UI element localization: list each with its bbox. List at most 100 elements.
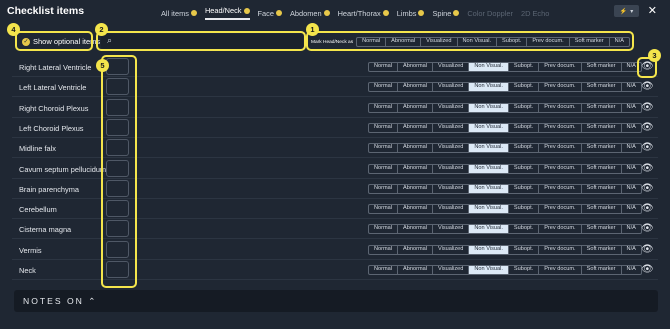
status-option-n-a[interactable]: N/A [622,83,641,91]
status-option-normal[interactable]: Normal [369,83,399,92]
status-option-visualized[interactable]: Visualized [433,184,470,193]
status-option-visualized[interactable]: Visualized [433,225,470,234]
status-option-subopt[interactable]: Subopt. [509,144,540,153]
status-option-prev-docum[interactable]: Prev docum. [539,225,582,234]
status-option-soft-marker[interactable]: Soft marker [582,184,622,193]
close-icon[interactable]: ✕ [648,4,657,17]
status-option-subopt[interactable]: Subopt. [509,63,540,71]
status-option-non-visual[interactable]: Non Visual. [469,103,509,112]
status-option-n-a[interactable]: N/A [622,225,641,233]
eye-icon[interactable]: 👁 [641,223,654,234]
status-option-visualized[interactable]: Visualized [433,144,470,153]
status-option-prev-docum[interactable]: Prev docum. [539,245,582,254]
status-option-n-a[interactable]: N/A [622,205,641,213]
status-option-soft-marker[interactable]: Soft marker [582,63,622,71]
status-option-n-a[interactable]: N/A [622,165,641,173]
tab-head-neck[interactable]: Head/Neck [204,6,250,20]
status-option-normal[interactable]: Normal [369,225,399,234]
status-option-soft-marker[interactable]: Soft marker [582,83,622,92]
status-option-visualized[interactable]: Visualized [433,164,470,173]
status-option-visualized[interactable]: Visualized [433,266,470,274]
status-option-non-visual[interactable]: Non Visual. [469,164,509,173]
status-option-prev-docum[interactable]: Prev docum. [539,63,582,71]
status-option-non-visual[interactable]: Non Visual. [469,245,509,254]
notes-toggle[interactable]: NOTES ON ⌃ [23,296,97,307]
tab-face[interactable]: Face [258,6,282,20]
status-option-non-visual[interactable]: Non Visual. [469,225,509,234]
status-option-non-visual[interactable]: Non Visual. [469,123,509,132]
status-option-normal[interactable]: Normal [369,266,399,274]
status-option-normal[interactable]: Normal [369,103,399,112]
status-option-normal[interactable]: Normal [369,63,399,71]
status-option-subopt[interactable]: Subopt. [509,184,540,193]
tab-all-items[interactable]: All items [161,6,197,20]
status-option-n-a[interactable]: N/A [622,246,641,254]
status-option-abnormal[interactable]: Abnormal [398,266,433,274]
status-option-abnormal[interactable]: Abnormal [398,123,433,132]
status-option-non-visual[interactable]: Non Visual. [469,83,509,92]
status-option-abnormal[interactable]: Abnormal [398,225,433,234]
status-option-subopt[interactable]: Subopt. [509,103,540,112]
status-option-prev-docum[interactable]: Prev docum. [539,103,582,112]
status-option-soft-marker[interactable]: Soft marker [582,205,622,214]
status-option-prev-docum[interactable]: Prev docum. [539,144,582,153]
status-option-abnormal[interactable]: Abnormal [398,144,433,153]
status-option-soft-marker[interactable]: Soft marker [582,245,622,254]
status-option-soft-marker[interactable]: Soft marker [582,225,622,234]
eye-icon[interactable]: 👁 [641,102,654,113]
status-option-subopt[interactable]: Subopt. [509,83,540,92]
tab-abdomen[interactable]: Abdomen [290,6,330,20]
status-option-abnormal[interactable]: Abnormal [398,83,433,92]
status-option-n-a[interactable]: N/A [622,144,641,152]
eye-icon[interactable]: 👁 [641,244,654,255]
status-option-subopt[interactable]: Subopt. [509,266,540,274]
status-option-n-a[interactable]: N/A [622,266,641,274]
status-option-abnormal[interactable]: Abnormal [398,205,433,214]
status-option-n-a[interactable]: N/A [622,185,641,193]
status-option-prev-docum[interactable]: Prev docum. [539,83,582,92]
status-option-non-visual[interactable]: Non Visual. [469,205,509,214]
status-option-abnormal[interactable]: Abnormal [398,245,433,254]
status-option-subopt[interactable]: Subopt. [509,245,540,254]
status-option-subopt[interactable]: Subopt. [509,205,540,214]
status-option-normal[interactable]: Normal [369,164,399,173]
status-option-soft-marker[interactable]: Soft marker [582,103,622,112]
status-option-abnormal[interactable]: Abnormal [398,164,433,173]
status-option-normal[interactable]: Normal [369,245,399,254]
status-option-abnormal[interactable]: Abnormal [398,184,433,193]
eye-icon[interactable]: 👁 [641,142,654,153]
status-option-prev-docum[interactable]: Prev docum. [539,164,582,173]
status-option-visualized[interactable]: Visualized [433,103,470,112]
eye-icon[interactable]: 👁 [641,163,654,174]
status-option-prev-docum[interactable]: Prev docum. [539,123,582,132]
eye-icon[interactable]: 👁 [641,203,654,214]
status-option-subopt[interactable]: Subopt. [509,164,540,173]
status-option-prev-docum[interactable]: Prev docum. [539,184,582,193]
status-option-soft-marker[interactable]: Soft marker [582,123,622,132]
tab-spine[interactable]: Spine [432,6,460,20]
status-option-non-visual[interactable]: Non Visual. [469,184,509,193]
status-option-normal[interactable]: Normal [369,184,399,193]
status-option-non-visual[interactable]: Non Visual. [469,144,509,153]
status-option-soft-marker[interactable]: Soft marker [582,164,622,173]
status-option-abnormal[interactable]: Abnormal [398,103,433,112]
tab-heart-thorax[interactable]: Heart/Thorax [338,6,389,20]
eye-icon[interactable]: 👁 [641,264,654,275]
quick-action-button[interactable]: ⚡ ▾ [614,5,639,17]
eye-icon[interactable]: 👁 [641,183,654,194]
status-option-subopt[interactable]: Subopt. [509,225,540,234]
status-option-non-visual[interactable]: Non Visual. [469,266,509,274]
status-option-n-a[interactable]: N/A [622,104,641,112]
status-option-visualized[interactable]: Visualized [433,245,470,254]
status-option-normal[interactable]: Normal [369,123,399,132]
status-option-visualized[interactable]: Visualized [433,63,470,71]
tab-limbs[interactable]: Limbs [397,6,425,20]
status-option-n-a[interactable]: N/A [622,124,641,132]
status-option-non-visual[interactable]: Non Visual. [469,63,509,71]
status-option-normal[interactable]: Normal [369,205,399,214]
status-option-prev-docum[interactable]: Prev docum. [539,205,582,214]
status-option-abnormal[interactable]: Abnormal [398,63,433,71]
eye-icon[interactable]: 👁 [641,81,654,92]
eye-icon[interactable]: 👁 [641,122,654,133]
status-option-visualized[interactable]: Visualized [433,123,470,132]
